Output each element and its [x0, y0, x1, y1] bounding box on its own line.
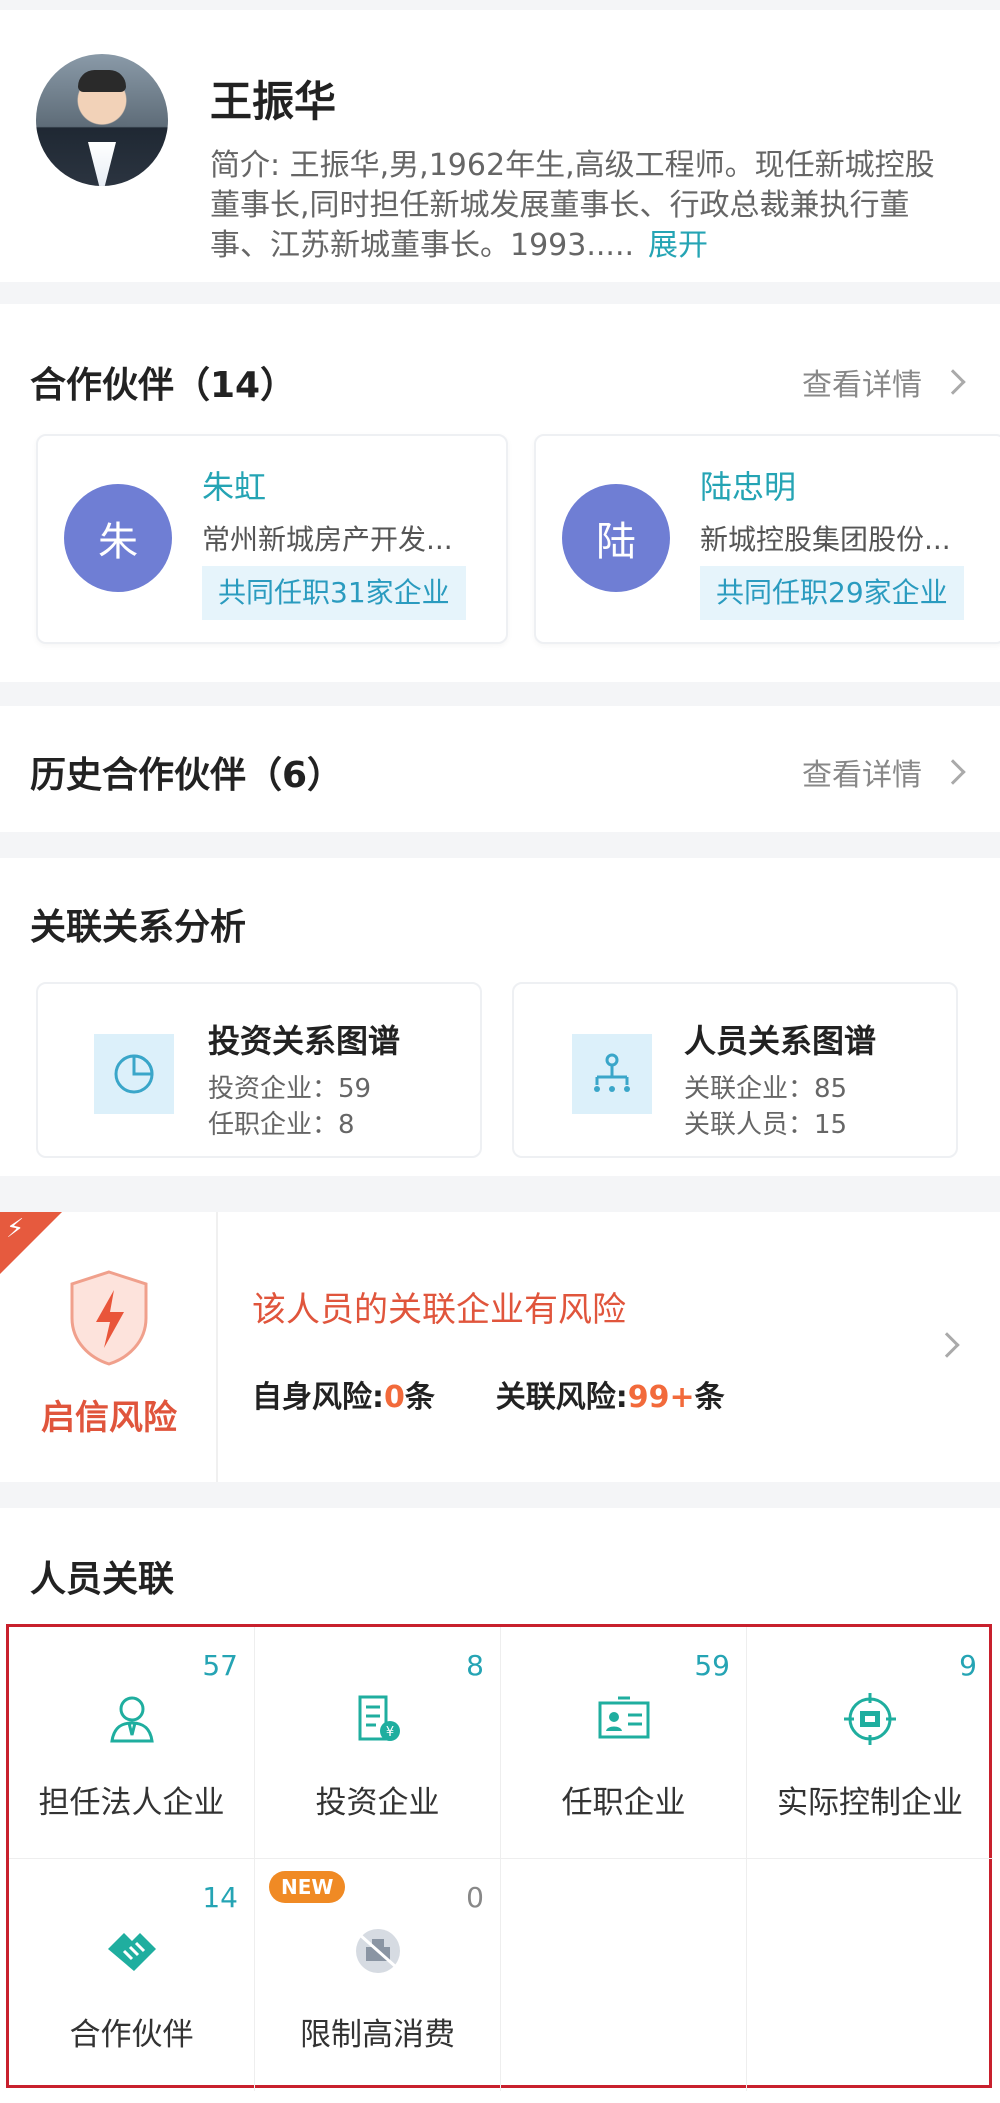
- risk-headline: 该人员的关联企业有风险: [252, 1290, 626, 1330]
- self-risk-count: 0: [384, 1380, 405, 1415]
- relation-label: 担任法人企业: [38, 1785, 225, 1821]
- person-intro: 简介: 王振华,男,1962年生,高级工程师。现任新城控股董事长,同时担任新城发…: [210, 146, 950, 266]
- analysis-card-line: 关联企业：85: [684, 1074, 848, 1104]
- profile-card: 王振华 简介: 王振华,男,1962年生,高级工程师。现任新城控股董事长,同时担…: [0, 10, 1000, 282]
- handshake-icon: [107, 1933, 156, 1971]
- person-name: 王振华: [210, 77, 337, 126]
- analysis-card-line: 关联人员：15: [684, 1110, 848, 1140]
- see-more-label: 查看详情: [802, 368, 922, 403]
- shield-lightning-icon: [66, 1268, 152, 1372]
- relation-label: 合作伙伴: [69, 2017, 194, 2053]
- analysis-card-title: 人员关系图谱: [684, 1022, 877, 1060]
- risk-section[interactable]: ⚡ 启信风险 该人员的关联企业有风险 自身风险:0条 关联风险:99+条: [0, 1212, 1000, 1482]
- partner-shared-tag: 共同任职29家企业: [700, 566, 964, 620]
- relation-analysis-section: 关联关系分析 投资关系图谱 投资企业：59 任职企业：8 人员关系图谱 关联企业…: [0, 858, 1000, 1176]
- partner-name[interactable]: 陆忠明: [700, 462, 796, 508]
- partner-card[interactable]: 朱 朱虹 常州新城房产开发... 共同任职31家企业: [36, 434, 508, 644]
- partners-title: 合作伙伴（14）: [30, 365, 297, 406]
- relation-count: 0: [466, 1881, 484, 1914]
- related-risk-label: 关联风险:: [495, 1380, 628, 1415]
- invest-building-icon: ¥: [358, 1695, 400, 1741]
- risk-stats: 自身风险:0条 关联风险:99+条: [252, 1372, 725, 1416]
- partner-avatar: 陆: [562, 484, 670, 592]
- expand-link[interactable]: 展开: [648, 228, 708, 263]
- relation-count: 59: [694, 1649, 730, 1682]
- history-see-more[interactable]: 查看详情: [802, 750, 966, 794]
- partners-section: 合作伙伴（14） 查看详情 朱 朱虹 常州新城房产开发... 共同任职31家企业…: [0, 304, 1000, 682]
- new-badge: NEW: [269, 1871, 346, 1903]
- svg-text:¥: ¥: [385, 1725, 393, 1740]
- partner-company: 新城控股集团股份...: [700, 523, 951, 556]
- partner-company: 常州新城房产开发...: [202, 523, 453, 556]
- self-risk-unit: 条: [404, 1380, 435, 1415]
- relation-cell-partners[interactable]: 14 合作伙伴: [9, 1859, 255, 2091]
- chevron-right-icon: [940, 369, 966, 395]
- personnel-relations-section: 人员关联 57 担任法人企业 8 ¥ 投资企业 59 任职企业 9 实际控制企业…: [0, 1508, 1000, 2103]
- org-chart-icon: [572, 1034, 652, 1114]
- partners-see-more[interactable]: 查看详情: [802, 360, 966, 404]
- related-risk-unit: 条: [694, 1380, 725, 1415]
- relation-cell-controlled[interactable]: 9 实际控制企业: [747, 1627, 993, 1859]
- history-partners-row[interactable]: 历史合作伙伴（6） 查看详情: [0, 706, 1000, 832]
- relation-label: 实际控制企业: [777, 1785, 963, 1821]
- chevron-right-icon: [934, 1332, 960, 1358]
- person-icon: [109, 1696, 154, 1743]
- restricted-consumption-icon: [355, 1929, 400, 1973]
- pie-chart-icon: [94, 1034, 174, 1114]
- relation-count: 8: [466, 1649, 484, 1682]
- target-icon: [844, 1693, 896, 1745]
- see-more-label: 查看详情: [802, 758, 922, 793]
- partner-avatar: 朱: [64, 484, 172, 592]
- investment-graph-card[interactable]: 投资关系图谱 投资企业：59 任职企业：8: [36, 982, 482, 1158]
- history-partners-title: 历史合作伙伴（6）: [30, 755, 344, 796]
- relation-label: 任职企业: [561, 1785, 686, 1821]
- partner-shared-tag: 共同任职31家企业: [202, 566, 466, 620]
- chevron-right-icon: [940, 759, 966, 785]
- analysis-card-line: 投资企业：59: [208, 1074, 372, 1104]
- relation-cell-restricted[interactable]: NEW 0 限制高消费: [255, 1859, 501, 2091]
- risk-badge: 启信风险: [0, 1212, 218, 1482]
- id-card-icon: [598, 1696, 649, 1739]
- partner-card[interactable]: 陆 陆忠明 新城控股集团股份... 共同任职29家企业: [534, 434, 1000, 644]
- person-avatar: [36, 54, 168, 186]
- related-risk-count: 99+: [627, 1380, 695, 1415]
- relation-cell-empty: [501, 1859, 747, 2091]
- relation-count: 9: [959, 1649, 977, 1682]
- partner-name[interactable]: 朱虹: [202, 462, 266, 508]
- relation-count: 14: [202, 1881, 238, 1914]
- person-intro-text: 简介: 王振华,男,1962年生,高级工程师。现任新城控股董事长,同时担任新城发…: [210, 148, 935, 263]
- relation-cell-empty: [747, 1859, 993, 2091]
- risk-label: 启信风险: [41, 1398, 177, 1438]
- relation-cell-investment[interactable]: 8 ¥ 投资企业: [255, 1627, 501, 1859]
- relation-cell-legal-rep[interactable]: 57 担任法人企业: [9, 1627, 255, 1859]
- analysis-card-title: 投资关系图谱: [208, 1022, 401, 1060]
- personnel-graph-card[interactable]: 人员关系图谱 关联企业：85 关联人员：15: [512, 982, 958, 1158]
- self-risk-label: 自身风险:: [252, 1380, 384, 1415]
- relation-cell-employment[interactable]: 59 任职企业: [501, 1627, 747, 1859]
- relations-title: 人员关联: [30, 1559, 175, 1600]
- relation-label: 限制高消费: [300, 2017, 455, 2053]
- relation-count: 57: [202, 1649, 238, 1682]
- relations-grid: 57 担任法人企业 8 ¥ 投资企业 59 任职企业 9 实际控制企业 14 合…: [6, 1624, 993, 2091]
- analysis-title: 关联关系分析: [30, 907, 247, 948]
- analysis-card-line: 任职企业：8: [208, 1110, 355, 1140]
- relation-label: 投资企业: [315, 1785, 440, 1821]
